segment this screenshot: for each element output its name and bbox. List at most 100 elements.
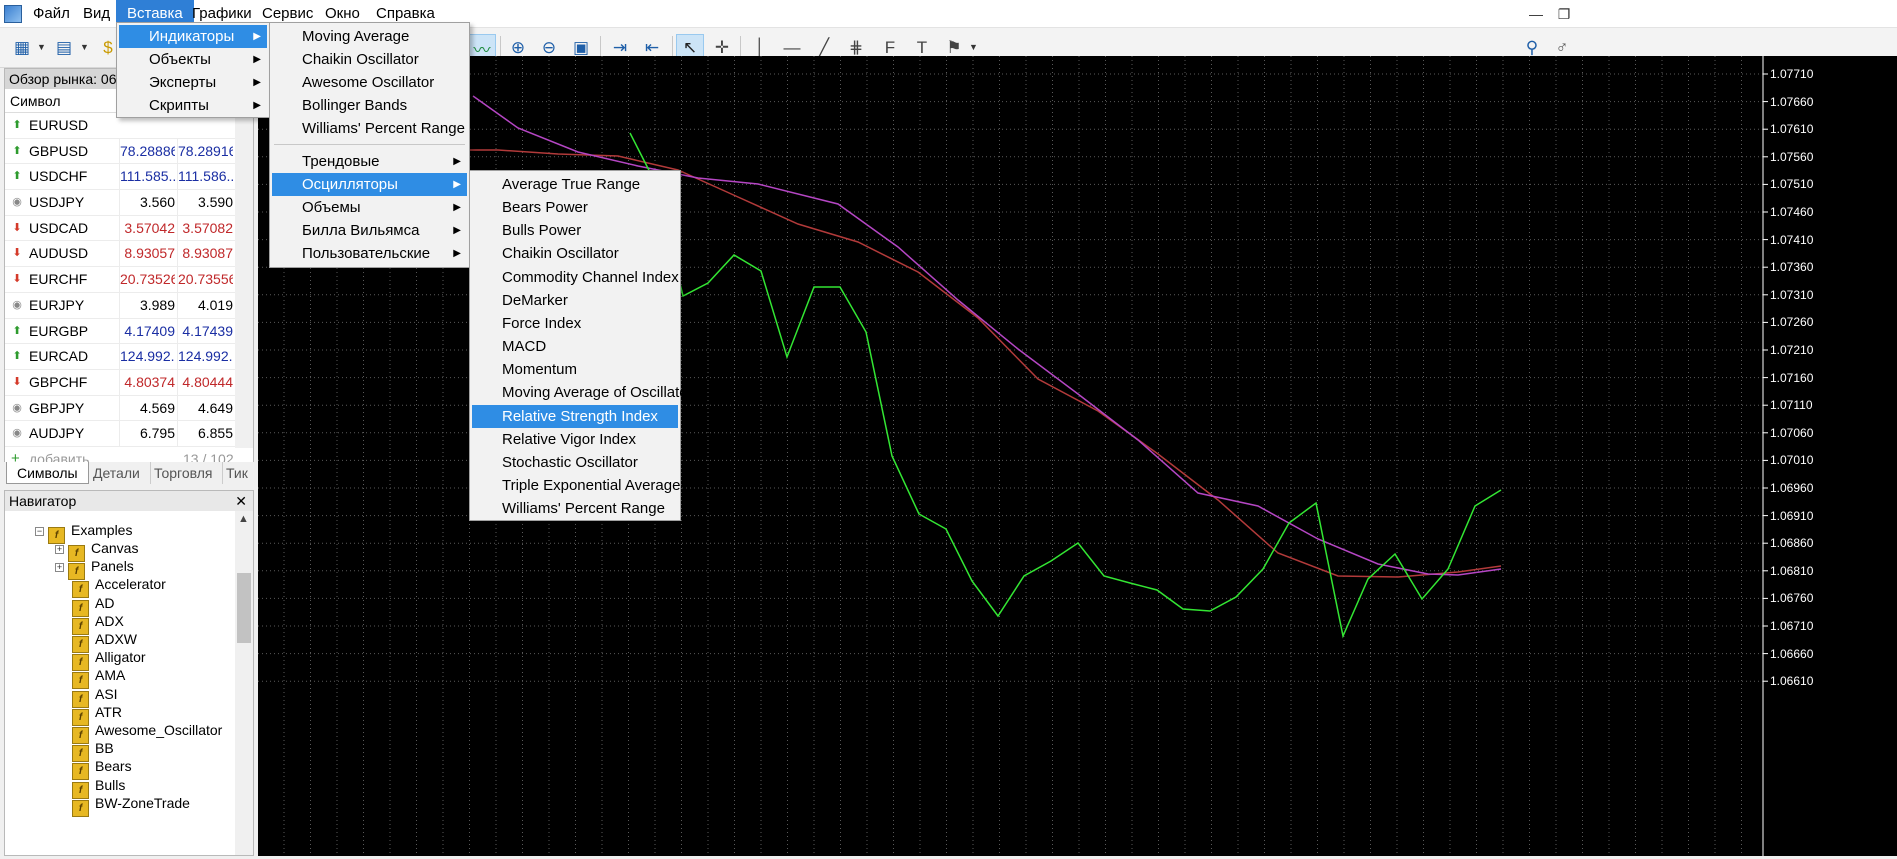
menu-view[interactable]: Вид	[72, 0, 121, 28]
price-label: 1.06760	[1770, 591, 1814, 606]
chevron-down-icon[interactable]: ▼	[969, 42, 978, 52]
market-watch-row[interactable]: ⬇ USDCAD 3.57042 3.57082	[5, 215, 253, 242]
tree-label: Accelerator	[95, 576, 166, 593]
market-watch-row[interactable]: ⬆ USDCHF 111.585... 111.586...	[5, 164, 253, 191]
price-label: 1.07310	[1770, 287, 1814, 302]
menu-item-oscillator[interactable]: Bulls Power	[472, 219, 678, 242]
arrow-up-icon: ⬆	[12, 144, 22, 157]
menu-item-oscillator[interactable]: MACD	[472, 335, 678, 358]
restore-icon[interactable]: ❐	[1556, 6, 1572, 22]
bid-price: 4.569	[119, 395, 175, 422]
market-watch-row[interactable]: ◉ USDJPY 3.560 3.590	[5, 190, 253, 216]
menu-item-awesome-oscillator[interactable]: Awesome Oscillator	[272, 71, 467, 94]
price-label: 1.07460	[1770, 205, 1814, 219]
new-chart-icon[interactable]: ▦	[8, 34, 36, 62]
menu-item-oscillator[interactable]: Chaikin Oscillator	[472, 242, 678, 265]
menu-item-oscillator[interactable]: Average True Range	[472, 173, 678, 196]
menu-item-oscillators[interactable]: Осцилляторы ▶	[272, 173, 467, 196]
navigator-scrollbar[interactable]	[235, 511, 253, 855]
oscillators-submenu: Average True Range Bears Power Bulls Power…	[469, 170, 693, 521]
column-symbol[interactable]: Символ	[10, 93, 60, 109]
menu-item-oscillator[interactable]: Force Index	[472, 312, 678, 335]
price-label: 1.07360	[1770, 260, 1814, 275]
menu-item-moving-average[interactable]: Moving Average	[272, 25, 467, 48]
submenu-arrow-icon: ▶	[453, 248, 461, 259]
tab-symbols[interactable]: Символы	[6, 462, 89, 484]
expand-icon[interactable]: +	[55, 545, 64, 554]
market-watch-row[interactable]: ⬇ AUDUSD 8.93057 8.93087	[5, 241, 253, 268]
neutral-dot-icon: ◉	[12, 401, 22, 414]
tab-trading[interactable]: Торговля	[144, 462, 224, 484]
minimize-icon[interactable]: —	[1528, 6, 1544, 22]
tree-label: AMA	[95, 667, 126, 684]
submenu-arrow-icon: ▶	[453, 156, 461, 167]
profiles-icon[interactable]: ▤	[50, 34, 78, 62]
market-watch-tabs: Символы Детали Торговля Тик	[4, 462, 259, 484]
expand-icon[interactable]: +	[55, 563, 64, 573]
ask-price: 124.992...	[177, 344, 233, 370]
app-icon[interactable]	[4, 5, 22, 23]
symbol-name: AUDUSD	[29, 245, 89, 262]
menu-item-objects[interactable]: Объекты ▶	[119, 48, 267, 71]
symbol-name: GBPJPY	[29, 399, 85, 416]
menu-item-custom[interactable]: Пользовательские ▶	[272, 242, 467, 265]
market-watch-panel: Обзор рынка: 06:17 Символ ⬆ EURUSD ⬆ GBPUSD…	[4, 68, 254, 483]
menu-item-bill-williams[interactable]: Билла Вильямса ▶	[272, 219, 467, 242]
market-watch-scrollbar[interactable]	[235, 113, 253, 448]
menu-item-oscillator[interactable]: Stochastic Oscillator	[472, 451, 678, 474]
menu-item-experts[interactable]: Эксперты ▶	[119, 71, 267, 94]
menu-item-bollinger-bands[interactable]: Bollinger Bands	[272, 94, 467, 117]
neutral-dot-icon: ◉	[12, 427, 22, 440]
neutral-dot-icon: ◉	[12, 298, 22, 311]
navigator-scroll-thumb[interactable]	[237, 573, 251, 643]
price-label: 1.06610	[1770, 674, 1814, 689]
chevron-down-icon[interactable]: ▼	[80, 42, 89, 52]
price-label: 1.07160	[1770, 370, 1814, 385]
menu-item-oscillator[interactable]: Commodity Channel Index	[472, 266, 679, 289]
menu-item-oscillator[interactable]: Momentum	[472, 358, 678, 381]
tree-label: ADX	[95, 612, 124, 629]
market-watch-row[interactable]: ⬆ GBPUSD 78.28886 78.28916	[5, 138, 253, 165]
symbol-name: GBPUSD	[29, 142, 89, 159]
tree-label: ADXW	[95, 631, 137, 647]
market-watch-row[interactable]: ◉ AUDJPY 6.795 6.855	[5, 421, 253, 447]
tab-ticks[interactable]: Тик	[216, 462, 259, 484]
menu-item-trend[interactable]: Трендовые ▶	[272, 150, 467, 173]
menu-item-oscillator[interactable]: DeMarker	[472, 289, 678, 312]
menu-item-scripts[interactable]: Скрипты ▶	[119, 94, 267, 117]
market-watch-row[interactable]: ⬆ EURCAD 124.992...124.992...	[5, 344, 253, 370]
bid-price: 4.17409	[119, 318, 175, 345]
navigator-title-label: Навигатор	[9, 493, 77, 509]
close-icon[interactable]: ✕	[235, 491, 247, 511]
bid-price: 8.93057	[119, 241, 175, 268]
market-watch-row[interactable]: ◉ GBPJPY 4.569 4.649	[5, 395, 253, 422]
indicator-icon: f	[72, 799, 89, 817]
market-watch-row[interactable]: ⬇ GBPCHF 4.80374 4.80444	[5, 369, 253, 396]
market-watch-row[interactable]: ⬆ EURGBP 4.17409 4.17439	[5, 318, 253, 345]
scroll-up-icon[interactable]: ▲	[238, 513, 249, 525]
symbol-name: USDCHF	[29, 168, 88, 185]
ask-price: 3.57082	[177, 215, 233, 242]
menu-item-oscillator[interactable]: Williams' Percent Range	[472, 497, 678, 520]
tree-item-indicator[interactable]: f BW-ZoneTrade	[72, 792, 190, 817]
menu-item-volumes[interactable]: Объемы ▶	[272, 196, 467, 219]
navigator-title: Навигатор ✕	[5, 491, 253, 511]
menu-item-williams-percent-range[interactable]: Williams' Percent Range	[272, 117, 467, 140]
market-watch-row[interactable]: ⬇ EURCHF 20.73526 20.73556	[5, 267, 253, 293]
menu-item-oscillator[interactable]: Triple Exponential Average	[472, 474, 680, 497]
price-label: 1.07060	[1770, 425, 1814, 440]
menu-item-oscillator[interactable]: Relative Vigor Index	[472, 428, 678, 451]
market-watch-row[interactable]: ◉ EURJPY 3.989 4.019	[5, 292, 253, 319]
tab-details[interactable]: Детали	[83, 462, 151, 484]
menu-item-label: Трендовые	[302, 153, 380, 170]
ask-price: 111.586...	[177, 164, 233, 191]
menu-item-oscillator[interactable]: Relative Strength Index	[472, 404, 678, 428]
menu-item-indicators[interactable]: Индикаторы ▶	[119, 25, 267, 48]
menu-item-label: Индикаторы	[149, 28, 235, 45]
chevron-down-icon[interactable]: ▼	[37, 42, 46, 52]
menu-item-chaikin-oscillator[interactable]: Chaikin Oscillator	[272, 48, 467, 71]
collapse-icon[interactable]: −	[35, 527, 44, 536]
ask-price: 8.93087	[177, 241, 233, 268]
menu-item-oscillator[interactable]: Bears Power	[472, 196, 678, 219]
menu-item-oscillator[interactable]: Moving Average of Oscillator	[472, 381, 693, 404]
